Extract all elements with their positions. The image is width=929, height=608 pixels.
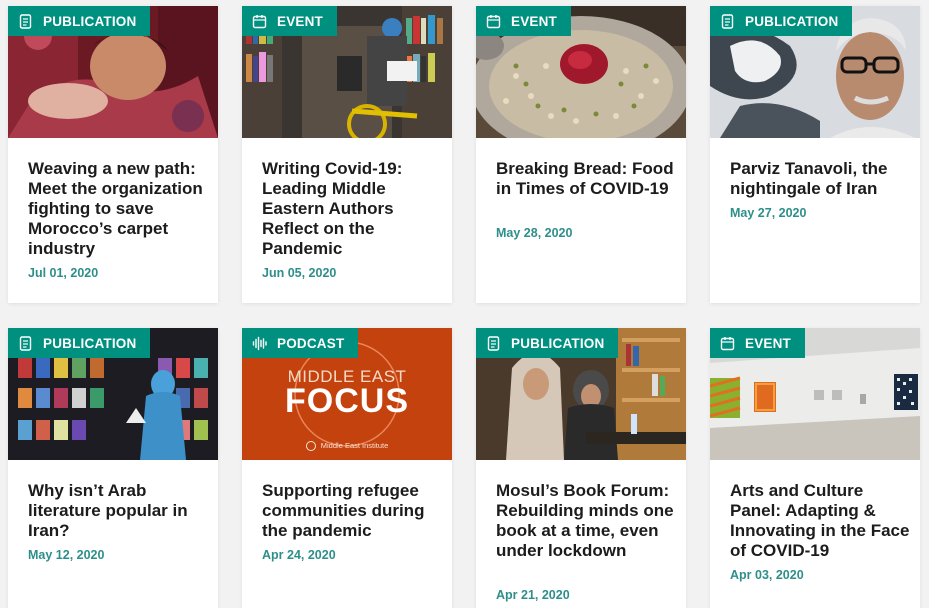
card-date: Jul 01, 2020	[28, 266, 99, 280]
card-weaving-new-path[interactable]: PUBLICATION Weaving a new path: Meet the…	[8, 6, 218, 303]
badge-label: PUBLICATION	[43, 13, 137, 29]
card-title[interactable]: Breaking Bread: Food in Times of COVID-1…	[496, 159, 676, 199]
badge-label: EVENT	[511, 13, 558, 29]
card-date: Apr 24, 2020	[262, 548, 336, 562]
card-breaking-bread[interactable]: EVENT Breaking Bread: Food in Times of C…	[476, 6, 686, 303]
card-date: Jun 05, 2020	[262, 266, 337, 280]
podcast-art-org-label: Middle East Institute	[320, 441, 389, 450]
badge-label: PODCAST	[277, 335, 345, 351]
card-date: May 12, 2020	[28, 548, 105, 562]
content-type-badge: PUBLICATION	[8, 6, 151, 36]
card-arab-literature-iran[interactable]: PUBLICATION Why isn’t Arab literature po…	[8, 328, 218, 608]
badge-label: EVENT	[745, 335, 792, 351]
card-date: May 27, 2020	[730, 206, 807, 220]
mei-logo-icon	[305, 441, 316, 452]
document-icon	[486, 335, 501, 351]
card-parviz-tanavoli[interactable]: PUBLICATION Parviz Tanavoli, the nightin…	[710, 6, 920, 303]
document-icon	[720, 13, 735, 29]
content-type-badge: PUBLICATION	[710, 6, 853, 36]
badge-label: PUBLICATION	[511, 335, 605, 351]
content-grid: PUBLICATION Weaving a new path: Meet the…	[0, 0, 929, 608]
calendar-icon	[252, 14, 267, 29]
calendar-icon	[720, 336, 735, 351]
card-title[interactable]: Arts and Culture Panel: Adapting & Innov…	[730, 481, 910, 561]
waveform-icon	[252, 336, 267, 351]
card-date: Apr 03, 2020	[730, 568, 804, 582]
content-type-badge: PODCAST	[242, 328, 359, 358]
content-type-badge: PUBLICATION	[8, 328, 151, 358]
content-type-badge: PUBLICATION	[476, 328, 619, 358]
card-title[interactable]: Mosul’s Book Forum: Rebuilding minds one…	[496, 481, 676, 561]
badge-label: EVENT	[277, 13, 324, 29]
badge-label: PUBLICATION	[745, 13, 839, 29]
content-type-badge: EVENT	[710, 328, 806, 358]
card-title[interactable]: Weaving a new path: Meet the organizatio…	[28, 159, 208, 259]
card-title[interactable]: Why isn’t Arab literature popular in Ira…	[28, 481, 208, 541]
content-type-badge: EVENT	[476, 6, 572, 36]
card-title[interactable]: Writing Covid-19: Leading Middle Eastern…	[262, 159, 442, 259]
content-type-badge: EVENT	[242, 6, 338, 36]
card-title[interactable]: Supporting refugee communities during th…	[262, 481, 442, 541]
card-mosul-book-forum[interactable]: PUBLICATION Mosul’s Book Forum: Rebuildi…	[476, 328, 686, 608]
document-icon	[18, 13, 33, 29]
podcast-art-org: Middle East Institute	[242, 441, 452, 452]
card-date: May 28, 2020	[496, 226, 573, 240]
card-writing-covid-19[interactable]: EVENT Writing Covid-19: Leading Middle E…	[242, 6, 452, 303]
badge-label: PUBLICATION	[43, 335, 137, 351]
card-arts-culture-panel[interactable]: EVENT Arts and Culture Panel: Adapting &…	[710, 328, 920, 608]
document-icon	[18, 335, 33, 351]
card-title[interactable]: Parviz Tanavoli, the nightingale of Iran	[730, 159, 910, 199]
calendar-icon	[486, 14, 501, 29]
card-date: Apr 21, 2020	[496, 588, 570, 602]
podcast-art-line2: FOCUS	[285, 382, 409, 420]
card-refugee-communities[interactable]: MIDDLE EAST FOCUS Middle East Institute …	[242, 328, 452, 608]
